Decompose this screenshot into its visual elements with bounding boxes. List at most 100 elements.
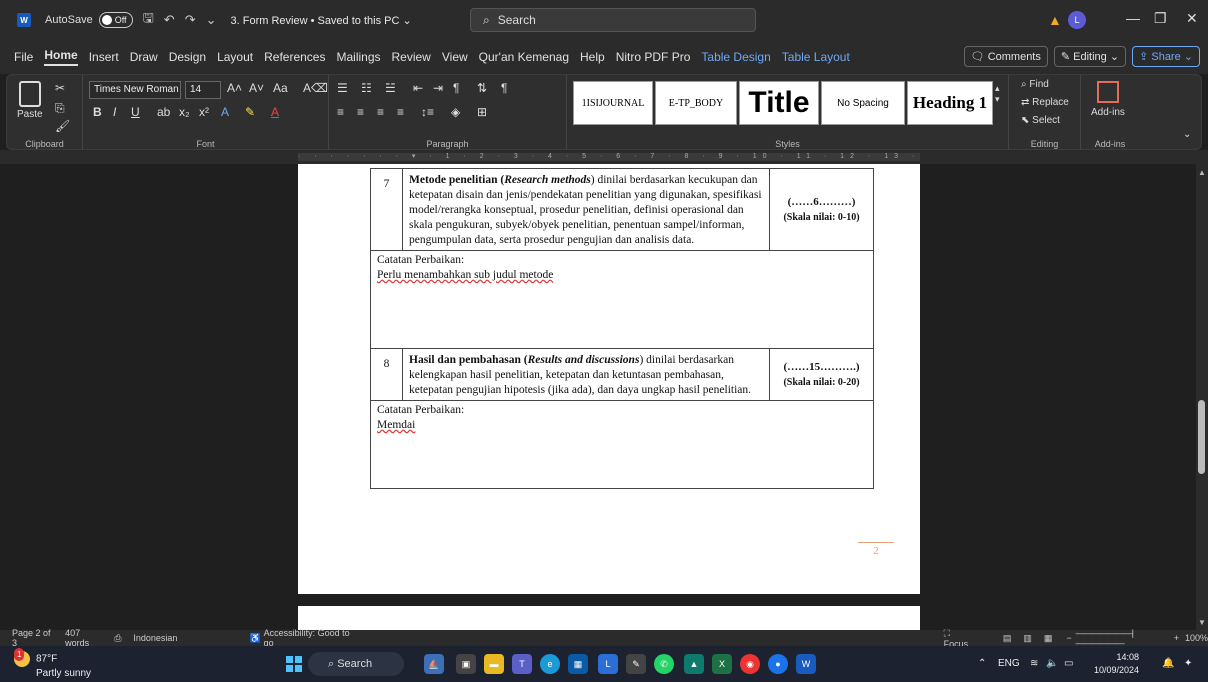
row-number[interactable]: 8	[370, 348, 403, 401]
language-indicator[interactable]: Indonesian	[133, 633, 177, 643]
zoom-level[interactable]: 100%	[1185, 633, 1208, 643]
borders-icon[interactable]: ⊞	[477, 105, 487, 119]
page-count[interactable]: Page 2 of 3	[12, 628, 53, 648]
criteria-description[interactable]: Metode penelitian (Research methods) din…	[402, 168, 770, 251]
task-view-icon[interactable]: ▣	[456, 654, 476, 674]
vertical-scrollbar[interactable]: ▲ ▼	[1196, 164, 1208, 630]
clear-formatting-icon[interactable]: A⌫	[303, 81, 328, 95]
tab-references[interactable]: References	[264, 50, 325, 64]
store-icon[interactable]: ▦	[568, 654, 588, 674]
tab-review[interactable]: Review	[392, 50, 431, 64]
copilot-icon[interactable]: ✦	[1184, 658, 1192, 669]
justify-icon[interactable]: ≡	[397, 105, 404, 119]
notification-icon[interactable]: 🔔	[1162, 658, 1174, 669]
redo-icon[interactable]: ↷	[185, 12, 196, 28]
collapse-ribbon-icon[interactable]: ⌄	[1183, 129, 1191, 140]
show-formatting-icon[interactable]: ¶	[501, 81, 507, 95]
start-button[interactable]	[286, 656, 302, 672]
align-left-icon[interactable]: ≡	[337, 105, 344, 119]
bullets-icon[interactable]: ☰	[337, 81, 348, 95]
row-number[interactable]: 7	[370, 168, 403, 251]
font-color-icon[interactable]: A	[271, 105, 279, 119]
revision-note-cell[interactable]: Catatan Perbaikan: Perlu menambahkan sub …	[370, 250, 874, 349]
line-spacing-icon[interactable]: ↕≡	[421, 105, 434, 119]
tab-help[interactable]: Help	[580, 50, 605, 64]
bold-icon[interactable]: B	[93, 105, 102, 119]
close-icon[interactable]: ✕	[1186, 10, 1198, 27]
increase-indent-icon[interactable]: ⇥	[433, 81, 443, 95]
copy-icon[interactable]: ⎘	[55, 101, 65, 116]
align-right-icon[interactable]: ≡	[377, 105, 384, 119]
criteria-description[interactable]: Hasil dan pembahasan (Results and discus…	[402, 348, 770, 401]
tab-table-design[interactable]: Table Design	[701, 50, 770, 64]
shading-icon[interactable]: ◈	[451, 105, 460, 119]
paste-button[interactable]: Paste	[17, 109, 43, 120]
restore-icon[interactable]: ❐	[1154, 10, 1167, 27]
style-heading-1[interactable]: Heading 1	[907, 81, 993, 125]
tab-mailings[interactable]: Mailings	[336, 50, 380, 64]
save-icon[interactable]: 🖫	[143, 9, 154, 31]
tab-view[interactable]: View	[442, 50, 468, 64]
change-case-icon[interactable]: Aa	[273, 81, 288, 95]
sketch-icon[interactable]: ✎	[626, 654, 646, 674]
format-painter-icon[interactable]: 🖌	[55, 119, 70, 133]
comments-button[interactable]: 🗨 Comments	[963, 46, 1048, 67]
read-mode-icon[interactable]: ▤	[1003, 633, 1012, 644]
accessibility-status[interactable]: Accessibility: Good to go	[264, 628, 352, 648]
scroll-thumb[interactable]	[1198, 400, 1205, 474]
share-button[interactable]: ⇪ Share ⌄	[1132, 46, 1200, 67]
chrome-icon[interactable]: ◉	[740, 654, 760, 674]
tab-draw[interactable]: Draw	[130, 50, 158, 64]
weather-widget[interactable]: 1 87°F Partly sunny	[14, 648, 91, 680]
minimize-icon[interactable]: —	[1126, 10, 1140, 26]
multilevel-list-icon[interactable]: ☱	[385, 81, 396, 95]
input-language[interactable]: ENG	[998, 658, 1020, 669]
find-button[interactable]: ⌕ Find	[1021, 79, 1049, 90]
text-effects-icon[interactable]: A	[221, 105, 229, 119]
file-explorer-icon[interactable]: ▬	[484, 654, 504, 674]
replace-button[interactable]: ⇄ Replace	[1021, 97, 1069, 108]
editing-mode-button[interactable]: ✎ Editing ⌄	[1053, 46, 1127, 67]
browser-icon[interactable]: ●	[768, 654, 788, 674]
paste-icon[interactable]	[19, 81, 41, 107]
shrink-font-icon[interactable]: A˅	[249, 81, 264, 95]
italic-icon[interactable]: I	[113, 105, 116, 119]
warning-icon[interactable]: ▲	[1048, 12, 1062, 28]
style-1isijournal[interactable]: 1ISIJOURNAL	[573, 81, 653, 125]
autosave-toggle[interactable]: Off	[98, 12, 133, 28]
wifi-icon[interactable]: ≋	[1030, 658, 1038, 669]
taskbar-search[interactable]: ⌕ Search	[308, 652, 404, 676]
score-cell[interactable]: (……6………) (Skala nilai: 0-10)	[769, 168, 874, 251]
underline-icon[interactable]: U	[131, 105, 140, 119]
customize-qat-icon[interactable]: ⌄	[206, 12, 217, 28]
score-cell[interactable]: (……15……….) (Skala nilai: 0-20)	[769, 348, 874, 401]
tab-layout[interactable]: Layout	[217, 50, 253, 64]
horizontal-ruler[interactable]: · · · · · · · ▾ · 1 · 2 · 3 · 4 · 5 · 6 …	[298, 153, 920, 161]
proofing-icon[interactable]: ⎙	[114, 633, 121, 644]
tab-table-layout[interactable]: Table Layout	[782, 50, 850, 64]
strikethrough-icon[interactable]: ab	[157, 105, 170, 119]
clock[interactable]: 14:08 10/09/2024	[1094, 651, 1139, 677]
revision-note-cell[interactable]: Catatan Perbaikan: Memdai	[370, 400, 874, 489]
styles-scroll-icon[interactable]: ▴ ▾	[995, 83, 1000, 105]
cut-icon[interactable]: ✂	[55, 81, 65, 95]
tab-insert[interactable]: Insert	[89, 50, 119, 64]
text-direction-icon[interactable]: ¶	[453, 81, 459, 95]
photos-icon[interactable]: ▲	[684, 654, 704, 674]
tray-overflow-icon[interactable]: ⌃	[978, 658, 986, 669]
widgets-icon[interactable]: ⛵	[424, 654, 444, 674]
addins-icon[interactable]	[1097, 81, 1119, 103]
tab-file[interactable]: File	[14, 50, 33, 64]
word-count[interactable]: 407 words	[65, 628, 102, 648]
style-title[interactable]: Title	[739, 81, 819, 125]
superscript-icon[interactable]: x²	[199, 105, 209, 119]
style-no-spacing[interactable]: No Spacing	[821, 81, 905, 125]
highlight-icon[interactable]: ✎	[245, 105, 255, 119]
tab-quran-kemenag[interactable]: Qur'an Kemenag	[479, 50, 569, 64]
tab-nitro-pdf[interactable]: Nitro PDF Pro	[616, 50, 691, 64]
addins-button[interactable]: Add-ins	[1091, 107, 1125, 118]
zoom-out-icon[interactable]: −	[1066, 633, 1071, 643]
decrease-indent-icon[interactable]: ⇤	[413, 81, 423, 95]
scroll-up-icon[interactable]: ▲	[1198, 168, 1206, 177]
excel-icon[interactable]: X	[712, 654, 732, 674]
